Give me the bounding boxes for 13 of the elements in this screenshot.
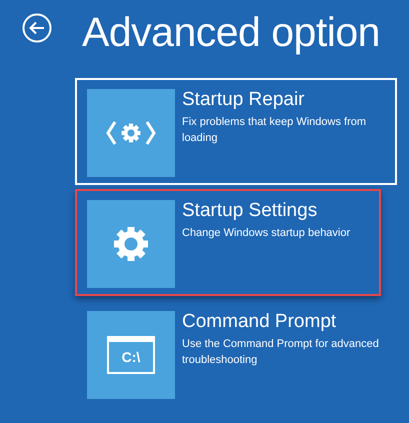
- repair-icon: [106, 118, 156, 148]
- option-title: Startup Repair: [182, 89, 306, 111]
- option-title: Command Prompt: [182, 311, 338, 333]
- option-description: Change Windows startup behavior: [182, 226, 350, 241]
- option-title: Startup Settings: [182, 200, 318, 222]
- option-tile[interactable]: Startup Repair Fix problems that keep Windows from loading: [75, 78, 397, 185]
- option-tile[interactable]: C:\ Command Prompt Use the Command Prompt for advanced troubleshooting: [75, 300, 397, 407]
- page-title: Advanced option: [82, 8, 380, 56]
- option-description: Fix problems that keep Windows from loading: [182, 115, 368, 146]
- back-icon[interactable]: [22, 13, 52, 43]
- option-description: Use the Command Prompt for advanced troubleshooting: [182, 337, 380, 368]
- command-prompt-icon: C:\: [107, 336, 155, 374]
- option-tile[interactable]: Startup Settings Change Windows startup behavior: [75, 189, 381, 296]
